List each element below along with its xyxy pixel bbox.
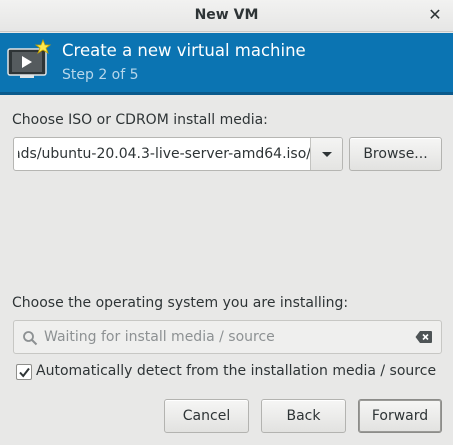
check-icon — [19, 367, 30, 378]
back-button[interactable]: Back — [261, 399, 346, 433]
browse-button[interactable]: Browse... — [349, 137, 442, 171]
os-search-field[interactable] — [13, 320, 442, 354]
cancel-button[interactable]: Cancel — [164, 399, 249, 433]
chevron-down-icon — [322, 152, 332, 157]
os-search-input[interactable] — [44, 321, 414, 353]
install-media-path-input[interactable] — [14, 138, 311, 170]
forward-button[interactable]: Forward — [358, 399, 442, 433]
close-icon[interactable]: ✕ — [427, 6, 443, 24]
wizard-heading: Create a new virtual machine — [62, 41, 306, 60]
install-media-label: Choose ISO or CDROM install media: — [12, 112, 268, 128]
wizard-banner: Create a new virtual machine Step 2 of 5 — [0, 33, 453, 95]
os-label: Choose the operating system you are inst… — [12, 295, 349, 311]
virtual-machine-new-icon — [7, 39, 52, 78]
window-title: New VM — [194, 7, 259, 23]
autodetect-label: Automatically detect from the installati… — [36, 363, 437, 379]
install-media-combo[interactable] — [13, 137, 343, 171]
clear-text-icon[interactable] — [415, 330, 433, 344]
search-icon — [23, 331, 38, 346]
title-bar: New VM ✕ — [0, 0, 453, 32]
wizard-step: Step 2 of 5 — [62, 67, 139, 83]
autodetect-checkbox[interactable] — [16, 364, 32, 380]
install-media-dropdown-button[interactable] — [310, 138, 342, 170]
